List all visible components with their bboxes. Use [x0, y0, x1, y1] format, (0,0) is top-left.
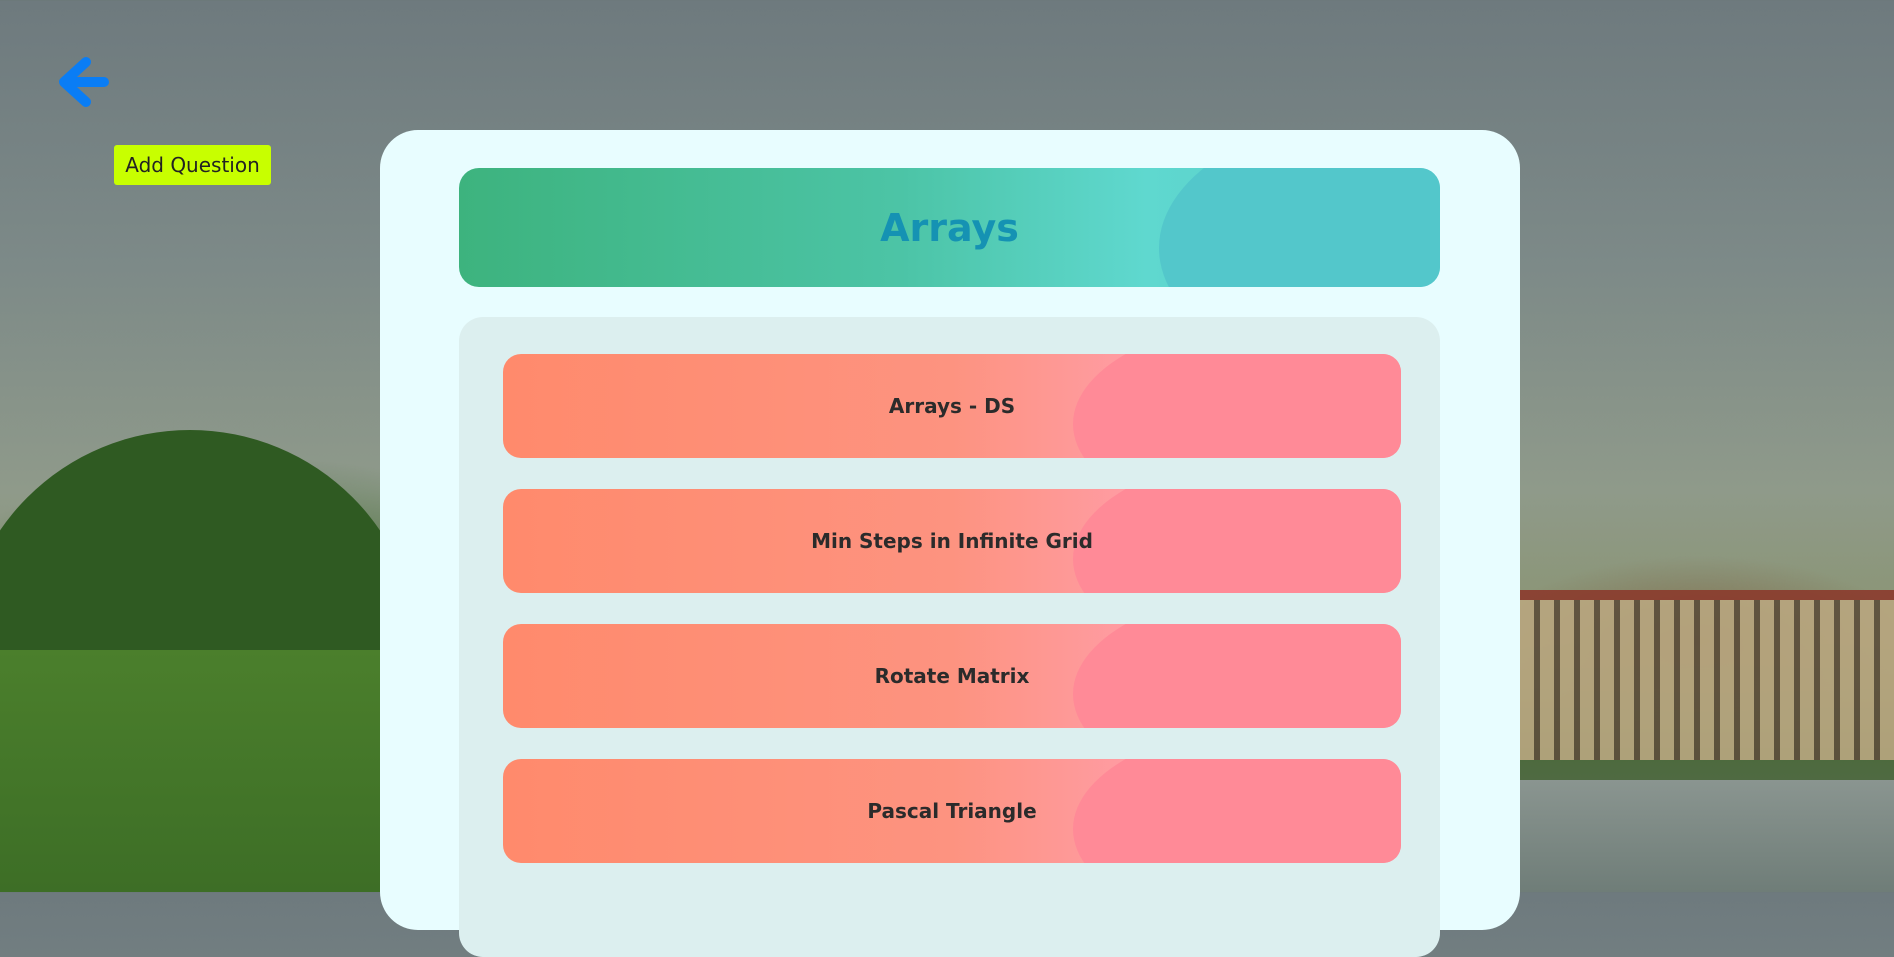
question-label: Arrays - DS	[888, 394, 1016, 418]
add-question-button[interactable]: Add Question	[114, 145, 271, 185]
question-label: Rotate Matrix	[874, 664, 1030, 688]
back-button[interactable]	[56, 54, 112, 110]
background-grass	[0, 650, 400, 892]
question-item-arrays-ds[interactable]: Arrays - DS	[503, 354, 1401, 458]
question-item-pascal-triangle[interactable]: Pascal Triangle	[503, 759, 1401, 863]
topic-panel: Arrays Arrays - DS Min Steps in Infinite…	[380, 130, 1520, 957]
question-label: Pascal Triangle	[867, 799, 1037, 823]
background-building	[1520, 590, 1894, 760]
topic-title: Arrays	[880, 205, 1019, 250]
question-item-rotate-matrix[interactable]: Rotate Matrix	[503, 624, 1401, 728]
question-list: Arrays - DS Min Steps in Infinite Grid R…	[459, 317, 1440, 957]
background-water	[1500, 780, 1894, 892]
arrow-left-icon	[59, 57, 109, 107]
question-label: Min Steps in Infinite Grid	[811, 529, 1093, 553]
question-item-min-steps[interactable]: Min Steps in Infinite Grid	[503, 489, 1401, 593]
topic-header: Arrays	[459, 168, 1440, 287]
